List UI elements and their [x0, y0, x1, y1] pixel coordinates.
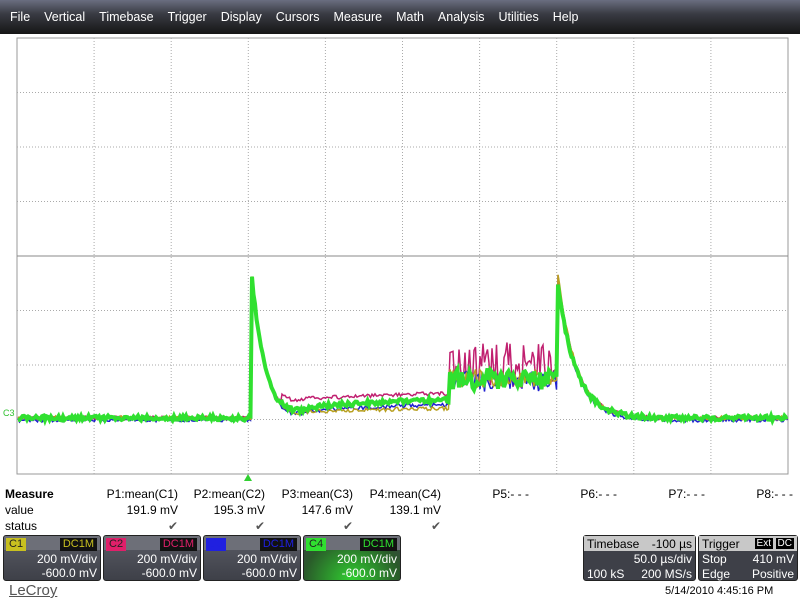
- menu-trigger[interactable]: Trigger: [168, 10, 207, 24]
- channel-offset: -600.0 mV: [42, 566, 97, 580]
- channel-scale: 200 mV/div: [237, 552, 297, 566]
- measure-title: Measure: [5, 487, 54, 501]
- channel-offset: -600.0 mV: [342, 566, 397, 580]
- param-status: ✔: [255, 519, 265, 533]
- channel-coupling: DC1M: [160, 538, 197, 551]
- trigger-type: Edge: [702, 567, 730, 581]
- timebase-box[interactable]: Timebase -100 µs 50.0 µs/div 100 kS 200 …: [583, 535, 696, 581]
- channel-offset: -600.0 mV: [142, 566, 197, 580]
- param-status: ✔: [343, 519, 353, 533]
- menu-help[interactable]: Help: [553, 10, 579, 24]
- param-label[interactable]: P5:- - -: [492, 487, 529, 501]
- channel-name: C4: [306, 538, 326, 551]
- param-label[interactable]: P1:mean(C1): [107, 487, 178, 501]
- menu-utilities[interactable]: Utilities: [498, 10, 538, 24]
- lecroy-logo: LeCroy: [9, 582, 57, 599]
- timebase-scale: 50.0 µs/div: [634, 552, 692, 566]
- timebase-rate: 200 MS/s: [641, 567, 692, 581]
- waveform-grid[interactable]: C3: [0, 34, 800, 484]
- param-label[interactable]: P3:mean(C3): [282, 487, 353, 501]
- channel-name: C2: [106, 538, 126, 551]
- trigger-source: Ext: [755, 538, 773, 549]
- menu-bar: File Vertical Timebase Trigger Display C…: [0, 0, 800, 34]
- timestamp: 5/14/2010 4:45:16 PM: [665, 585, 773, 597]
- trigger-label: Trigger: [702, 537, 740, 551]
- channel-c4-box[interactable]: C4 DC1M 200 mV/div -600.0 mV: [303, 535, 401, 581]
- param-label[interactable]: P7:- - -: [668, 487, 705, 501]
- channel-c2-box[interactable]: C2 DC1M 200 mV/div -600.0 mV: [103, 535, 201, 581]
- channel-name: C1: [6, 538, 26, 551]
- menu-measure[interactable]: Measure: [333, 10, 382, 24]
- trigger-slope: Positive: [752, 567, 794, 581]
- param-value: 191.9 mV: [127, 503, 178, 517]
- channel-scale: 200 mV/div: [37, 552, 97, 566]
- menu-analysis[interactable]: Analysis: [438, 10, 485, 24]
- menu-math[interactable]: Math: [396, 10, 424, 24]
- param-label[interactable]: P2:mean(C2): [194, 487, 265, 501]
- trigger-box[interactable]: Trigger Ext DC Stop 410 mV Edge Positive: [698, 535, 798, 581]
- param-value: 139.1 mV: [390, 503, 441, 517]
- channel-c1-box[interactable]: C1 DC1M 200 mV/div -600.0 mV: [3, 535, 101, 581]
- param-label[interactable]: P8:- - -: [756, 487, 793, 501]
- menu-vertical[interactable]: Vertical: [44, 10, 85, 24]
- value-row-label: value: [5, 503, 34, 517]
- param-label[interactable]: P6:- - -: [580, 487, 617, 501]
- channel-coupling: DC1M: [260, 538, 297, 551]
- menu-display[interactable]: Display: [221, 10, 262, 24]
- trigger-position-marker: [244, 474, 252, 481]
- trigger-level: 410 mV: [753, 552, 794, 566]
- channel-coupling: DC1M: [60, 538, 97, 551]
- channel-coupling: DC1M: [360, 538, 397, 551]
- menu-timebase[interactable]: Timebase: [99, 10, 153, 24]
- channel-name: C3: [206, 538, 226, 551]
- timebase-label: Timebase: [587, 537, 639, 551]
- channel-offset: -600.0 mV: [242, 566, 297, 580]
- status-row-label: status: [5, 519, 37, 533]
- timebase-delay: -100 µs: [652, 537, 692, 551]
- channel-c3-box[interactable]: C3 DC1M 200 mV/div -600.0 mV: [203, 535, 301, 581]
- ground-marker: C3: [3, 408, 15, 418]
- param-label[interactable]: P4:mean(C4): [370, 487, 441, 501]
- channel-scale: 200 mV/div: [337, 552, 397, 566]
- param-status: ✔: [168, 519, 178, 533]
- timebase-samples: 100 kS: [587, 567, 624, 581]
- menu-file[interactable]: File: [10, 10, 30, 24]
- param-status: ✔: [431, 519, 441, 533]
- trigger-coupling: DC: [776, 538, 794, 549]
- trigger-mode: Stop: [702, 552, 727, 566]
- menu-cursors[interactable]: Cursors: [276, 10, 320, 24]
- param-value: 195.3 mV: [214, 503, 265, 517]
- channel-scale: 200 mV/div: [137, 552, 197, 566]
- param-value: 147.6 mV: [302, 503, 353, 517]
